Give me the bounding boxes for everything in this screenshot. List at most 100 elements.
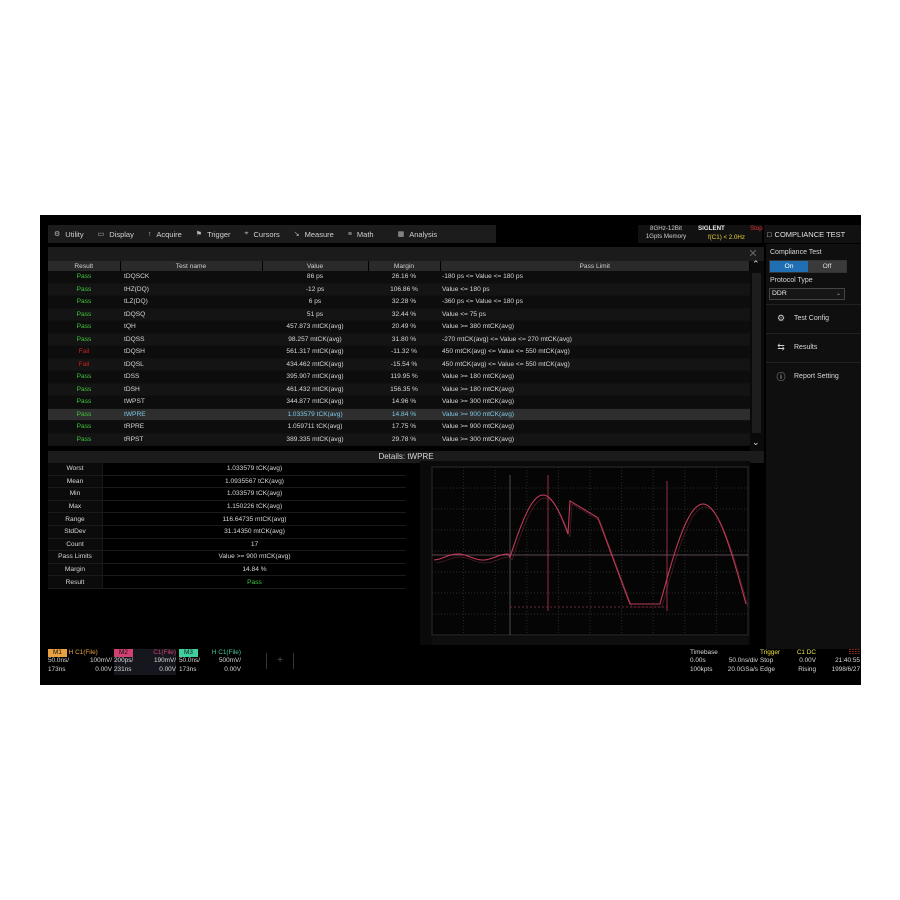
cell-margin: 31.80 %: [368, 333, 440, 346]
cell-margin: 29.78 %: [368, 433, 440, 446]
cell-result: Pass: [48, 370, 120, 384]
hardware-info: 8GHz-12Bit 1Gpts Memory: [638, 225, 694, 243]
scrollbar-thumb[interactable]: [752, 273, 761, 433]
cell-name: tQH: [120, 320, 262, 334]
cell-value: 1.059711 tCK(avg): [262, 420, 368, 434]
ruler-icon: ↘: [293, 231, 300, 238]
compliance-toggle[interactable]: On Off: [769, 260, 847, 273]
table-row[interactable]: Pass tDSS 395.907 mtCK(avg) 119.95 % Value >…: [48, 370, 750, 384]
menu-display[interactable]: ▭ Display: [92, 225, 142, 243]
cell-name: tDQSCK: [120, 271, 262, 284]
status-bar: M1 H C1(File) 50.0ns/100mV/ 173ns 0.00V M…: [48, 649, 861, 675]
protocol-type-select[interactable]: DDR ⌄: [769, 288, 845, 300]
cell-value: 395.907 mtCK(avg): [262, 370, 368, 384]
detail-label: Result: [48, 575, 103, 589]
menu-acquire[interactable]: ↑ Acquire: [142, 225, 190, 243]
cell-value: 86 ps: [262, 271, 368, 284]
table-row[interactable]: Fail tDQSH 561.317 mtCK(avg) -11.32 % 450 mt…: [48, 345, 750, 359]
detail-row: StdDev 31.14350 mtCK(avg): [48, 525, 406, 539]
m2-tag: M2: [114, 649, 133, 658]
results-button[interactable]: ⇆ Results: [766, 333, 861, 360]
cell-result: Fail: [48, 345, 120, 359]
table-row[interactable]: Pass tQH 457.873 mtCK(avg) 20.49 % Value >= …: [48, 320, 750, 334]
column-header[interactable]: Result: [48, 261, 121, 271]
m3-tag: M3: [179, 649, 198, 658]
menu-trigger[interactable]: ⚑ Trigger: [190, 225, 239, 243]
table-row[interactable]: Fail tDQSL 434.462 mtCK(avg) -15.54 % 450 mt…: [48, 358, 750, 371]
detail-label: StdDev: [48, 525, 103, 539]
trigger-slope: Rising: [798, 665, 816, 673]
protocol-type-label: Protocol Type: [770, 277, 813, 284]
table-row[interactable]: Pass tHZ(DQ) -12 ps 106.86 % Value <= 180 ps: [48, 283, 750, 296]
m1-channel-box[interactable]: M1 H C1(File) 50.0ns/100mV/ 173ns 0.00V: [48, 649, 112, 675]
timebase-points: 100kpts: [690, 665, 713, 673]
table-row[interactable]: Pass tRPST 389.335 mtCK(avg) 29.78 % Value >…: [48, 433, 750, 446]
detail-row: Result Pass: [48, 575, 406, 589]
detail-value: Pass: [102, 575, 406, 589]
cell-limit: 450 mtCK(avg) <= Value <= 550 mtCK(avg): [440, 358, 750, 371]
table-row[interactable]: Pass tRPRE 1.059711 tCK(avg) 17.75 % Value >…: [48, 420, 750, 434]
network-icon: ☷☷: [848, 649, 860, 656]
trigger-level: 0.00V: [799, 657, 816, 665]
menu-measure[interactable]: ↘ Measure: [288, 225, 342, 243]
menu-analysis[interactable]: ▦ Analysis: [392, 225, 446, 243]
cell-value: 457.873 mtCK(avg): [262, 320, 368, 334]
app-title-text: COMPLIANCE TEST: [774, 229, 846, 239]
chevron-up-icon[interactable]: ⌃: [752, 259, 760, 270]
results-scrollbar[interactable]: ⌃ ⌄: [750, 259, 764, 451]
right-panel: Compliance Test On Off Protocol Type DDR…: [766, 244, 861, 649]
table-row[interactable]: Pass tDQSS 98.257 mtCK(avg) 31.80 % -270 mtC…: [48, 333, 750, 346]
detail-value: 116.64735 mtCK(avg): [102, 512, 406, 526]
table-row[interactable]: Pass tWPRE 1.033579 tCK(avg) 14.84 % Value >…: [48, 408, 750, 421]
menu-cursors[interactable]: ⌖ Cursors: [239, 225, 288, 243]
trigger-channel: C1 DC: [796, 649, 816, 656]
timebase-box[interactable]: Timebase 0.00s 50.0ns/div 100kpts 20.0GSa/…: [690, 649, 758, 675]
acquisition-status[interactable]: Stop: [710, 225, 763, 233]
app-title[interactable]: □ COMPLIANCE TEST: [764, 225, 861, 243]
analysis-icon: ▦: [397, 231, 405, 238]
menu-math[interactable]: ≡ Math: [342, 225, 382, 243]
chevron-down-icon[interactable]: ⌄: [752, 437, 760, 448]
math-icon: ≡: [347, 230, 352, 238]
cell-name: tHZ(DQ): [120, 283, 262, 296]
report-setting-button[interactable]: ⓘ Report Setting: [766, 362, 861, 389]
add-channel-icon[interactable]: +: [266, 653, 294, 669]
toggle-off[interactable]: Off: [808, 261, 846, 272]
detail-value: Value >= 900 mtCK(avg): [102, 550, 406, 564]
test-config-button[interactable]: ⚙ Test Config: [766, 304, 861, 331]
table-row[interactable]: Pass tDQSQ 51 ps 32.44 % Value <= 75 ps: [48, 308, 750, 321]
column-header[interactable]: Test name: [120, 261, 263, 271]
cell-limit: -180 ps <= Value <= 180 ps: [440, 271, 750, 284]
trigger-type: Edge: [760, 665, 775, 673]
cell-limit: -270 mtCK(avg) <= Value <= 270 mtCK(avg): [440, 333, 750, 346]
gear-icon: ⚙: [54, 231, 61, 238]
table-row[interactable]: Pass tWPST 344.877 mtCK(avg) 14.96 % Value >…: [48, 395, 750, 409]
clock-box: ☷☷ 21:40:55 1998/6/27: [818, 649, 860, 675]
cell-margin: -15.54 %: [368, 358, 440, 371]
column-header[interactable]: Margin: [368, 261, 441, 271]
table-row[interactable]: Pass tDSH 461.432 mtCK(avg) 156.35 % Value >…: [48, 383, 750, 396]
detail-row: Worst 1.033579 tCK(avg): [48, 463, 406, 476]
table-row[interactable]: Pass tLZ(DQ) 6 ps 32.28 % -360 ps <= Value <…: [48, 295, 750, 309]
toggle-on[interactable]: On: [770, 261, 808, 272]
m3-channel-box[interactable]: M3 H C1(File) 50.0ns/500mV/ 173ns 0.00V: [179, 649, 241, 675]
trigger-mode: Stop: [760, 657, 774, 665]
column-header[interactable]: Value: [262, 261, 369, 271]
cell-value: 461.432 mtCK(avg): [262, 383, 368, 396]
cursor-icon: ⌖: [244, 230, 249, 237]
cell-result: Pass: [48, 320, 120, 334]
menu-label: Trigger: [207, 229, 231, 239]
trigger-box[interactable]: Trigger C1 DC Stop 0.00V Edge Rising: [760, 649, 816, 675]
cell-name: tDQSQ: [120, 308, 262, 321]
column-header[interactable]: Pass Limit: [440, 261, 750, 271]
table-row[interactable]: Pass tDQSCK 86 ps 26.16 % -180 ps <= Value <…: [48, 271, 750, 284]
acquire-icon: ↑: [147, 230, 152, 238]
waveform-display[interactable]: [420, 461, 750, 645]
cell-result: Pass: [48, 395, 120, 409]
timebase-label: Timebase: [690, 649, 718, 656]
cell-limit: Value >= 300 mtCK(avg): [440, 395, 750, 409]
menu-utility[interactable]: ⚙ Utility: [48, 225, 92, 243]
m1-voltscale: 100mV/: [89, 657, 112, 665]
m2-channel-box[interactable]: M2 C1(File) 200ps/190mV/ 231ns 0.00V: [114, 649, 176, 675]
cell-limit: Value >= 900 mtCK(avg): [440, 408, 750, 421]
